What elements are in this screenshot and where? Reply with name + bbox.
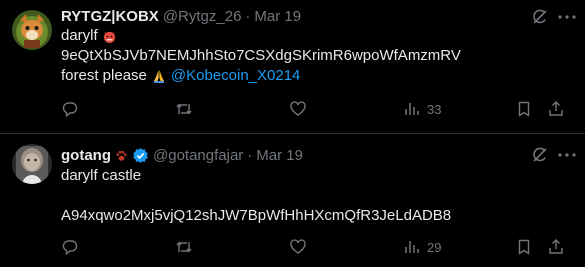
like-button[interactable] [289, 238, 313, 256]
mention-link[interactable]: @Kobecoin_X0214 [171, 66, 301, 86]
tweet[interactable]: RYTGZ|KOBX @Rytgz_26 · Mar 19 darylf 9eQ… [0, 0, 585, 133]
line-text: A94xqwo2Mxj5vjQ12shJW7BpWfHhHXcmQfR3JeLd… [61, 207, 452, 224]
bookmark-button[interactable] [515, 238, 533, 256]
share-icon [547, 238, 565, 256]
bookmark-icon [515, 238, 533, 256]
share-button[interactable] [547, 100, 565, 118]
more-options-icon[interactable] [557, 146, 577, 164]
action-bar: 29 [61, 237, 573, 257]
tweet[interactable]: gotang @gotangfajar · Mar 19 darylf cast… [0, 134, 585, 267]
timestamp[interactable]: Mar 19 [254, 8, 301, 25]
tweet-line: forest please @Kobecoin_X0214 [61, 66, 461, 86]
separator: · [247, 146, 253, 164]
reply-icon [61, 100, 79, 118]
heart-icon [289, 100, 307, 118]
action-bar: 33 [61, 99, 573, 119]
display-name[interactable]: gotang [61, 147, 111, 164]
retweet-icon [175, 238, 193, 256]
views-button[interactable]: 29 [403, 238, 441, 256]
views-count: 33 [427, 101, 442, 117]
tweet-header: RYTGZ|KOBX @Rytgz_26 · Mar 19 [61, 6, 301, 26]
bar-chart-icon [403, 100, 421, 118]
tweet-line: darylf castle [61, 166, 451, 186]
handle[interactable]: @Rytgz_26 [163, 8, 242, 25]
verified-badge-icon[interactable] [132, 147, 149, 164]
grok-icon[interactable] [531, 8, 549, 26]
grok-icon[interactable] [531, 146, 549, 164]
retweet-icon [175, 100, 193, 118]
avatar[interactable] [12, 10, 52, 50]
retweet-button[interactable] [175, 238, 199, 256]
line-text: 9eQtXbSJVb7NEMJhhSto7CSXdgSKrimR6wpoWfAm… [61, 47, 461, 64]
share-icon [547, 100, 565, 118]
heart-icon [289, 238, 307, 256]
tweet-line: darylf [61, 26, 461, 46]
views-count: 29 [427, 239, 442, 255]
bar-chart-icon [403, 238, 421, 256]
avatar[interactable] [12, 144, 52, 184]
tweet-line: 9eQtXbSJVb7NEMJhhSto7CSXdgSKrimR6wpoWfAm… [61, 46, 461, 66]
line-text: forest please [61, 67, 147, 84]
separator: · [245, 7, 251, 25]
reply-icon [61, 238, 79, 256]
bookmark-button[interactable] [515, 100, 533, 118]
line-text: darylf castle [61, 167, 142, 184]
like-button[interactable] [289, 100, 313, 118]
tweet-text: darylf 9eQtXbSJVb7NEMJhhSto7CSXdgSKrimR6… [61, 26, 461, 86]
retweet-button[interactable] [175, 100, 199, 118]
display-name[interactable]: RYTGZ|KOBX [61, 8, 159, 25]
folded-hands-icon [151, 68, 167, 84]
devil-face-icon [102, 29, 117, 44]
handle[interactable]: @gotangfajar [153, 147, 243, 164]
line-text: darylf [61, 27, 98, 44]
tweet-header: gotang @gotangfajar · Mar 19 [61, 145, 303, 165]
more-options-icon[interactable] [557, 8, 577, 26]
paw-prints-icon [114, 148, 129, 163]
reply-button[interactable] [61, 238, 85, 256]
tweet-line-empty [61, 186, 451, 206]
timestamp[interactable]: Mar 19 [256, 147, 303, 164]
views-button[interactable]: 33 [403, 100, 441, 118]
bookmark-icon [515, 100, 533, 118]
tweet-line: A94xqwo2Mxj5vjQ12shJW7BpWfHhHXcmQfR3JeLd… [61, 206, 451, 226]
share-button[interactable] [547, 238, 565, 256]
tweet-text: darylf castle A94xqwo2Mxj5vjQ12shJW7BpWf… [61, 166, 451, 226]
reply-button[interactable] [61, 100, 85, 118]
